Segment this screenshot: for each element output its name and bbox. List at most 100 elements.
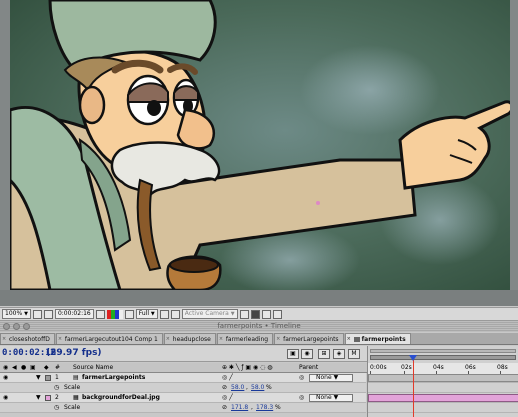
viewer-pasteboard-right (510, 0, 518, 290)
draft-3d-icon[interactable]: ◉ (301, 349, 313, 359)
time-zoom-slider[interactable] (370, 349, 516, 353)
tab-farmerLargepoints[interactable]: × farmerLargepoints (274, 333, 344, 344)
close-tab-icon[interactable]: × (276, 334, 280, 344)
parent-dropdown[interactable]: None ▼ (309, 374, 353, 382)
tab-closeshotoffD[interactable]: × closeshotoffD (0, 333, 55, 344)
current-time-indicator-head[interactable] (409, 355, 417, 361)
tab-farmerpoints[interactable]: × farmerpoints (344, 333, 411, 344)
show-channel-icon[interactable] (124, 309, 134, 319)
layer-name[interactable]: farmerLargepoints (82, 373, 145, 383)
parent-column-header[interactable]: Parent (299, 363, 318, 373)
stopwatch-icon[interactable]: ◷ (54, 383, 59, 393)
ruler-tick-label: 0:00s (370, 364, 387, 371)
layer-label-color[interactable] (45, 374, 51, 381)
minimize-window-icon[interactable] (13, 323, 20, 330)
view-layout-icon[interactable] (239, 309, 249, 319)
safe-margins-icon[interactable] (32, 309, 42, 319)
layer-name[interactable]: backgroundforDeal.jpg (82, 393, 160, 403)
frame-rate-label: (29.97 fps) (46, 348, 102, 358)
layer-1-track[interactable] (368, 373, 518, 383)
close-tab-icon[interactable]: × (219, 334, 223, 344)
current-time-indicator[interactable] (413, 356, 414, 417)
timeline-titlebar[interactable]: farmerpoints • Timeline (0, 321, 518, 332)
ruler-tick-label: 08s (497, 364, 508, 371)
layer-label-color[interactable] (45, 394, 51, 401)
eye-icon[interactable]: ◉ (3, 393, 8, 403)
layer-number: 2 (55, 394, 59, 401)
tab-farmerleading[interactable]: × farmerleading (216, 333, 274, 344)
comp-mini-flowchart-icon[interactable]: ▣ (287, 349, 299, 359)
number-column-header[interactable]: # (55, 363, 60, 373)
composition-viewer[interactable] (0, 0, 518, 306)
scale-unit: % (275, 404, 281, 411)
expand-triangle-icon[interactable]: ▼ (36, 373, 41, 383)
parent-dropdown[interactable]: None ▼ (309, 394, 353, 402)
resolution-dropdown[interactable]: Full ▼ (135, 309, 158, 319)
eye-icon[interactable]: ◉ (3, 373, 8, 383)
scale-x-value[interactable]: 58.0 (231, 383, 244, 393)
close-tab-icon[interactable]: × (166, 334, 170, 344)
property-row[interactable]: ◷ Scale ⊘ 171.8 , 178.3 % (0, 403, 366, 413)
layer-2-duration-bar[interactable] (368, 394, 518, 402)
fast-preview-icon[interactable] (261, 309, 271, 319)
channel-swatches[interactable] (106, 309, 123, 319)
layer-row[interactable]: ◉ ▼ 1 ▤ farmerLargepoints ◎ ╱ ◎ None ▼ (0, 373, 366, 383)
tab-label: headupclose (172, 336, 211, 343)
transparency-grid-icon[interactable] (170, 309, 180, 319)
solo-column-icon[interactable]: ● (21, 363, 26, 373)
parent-value: None (316, 374, 332, 381)
link-icon[interactable]: ⊘ (222, 383, 227, 393)
scale-y-value[interactable]: 178.3 (256, 403, 273, 413)
layer-2-track[interactable] (368, 393, 518, 403)
layer-row[interactable]: ◉ ▼ 2 ▦ backgroundforDeal.jpg ◎ ╱ ◎ None… (0, 393, 366, 403)
pickwhip-icon[interactable]: ◎ (299, 373, 304, 383)
tab-farmerLargecutout104-comp-1[interactable]: × farmerLargecutout104 Comp 1 (55, 333, 163, 344)
expand-triangle-icon[interactable]: ▼ (36, 393, 41, 403)
composition-icon (353, 337, 360, 342)
property-name: Scale (64, 404, 81, 411)
label-column-icon[interactable]: ◆ (44, 363, 49, 373)
pixel-aspect-icon[interactable] (250, 309, 260, 319)
scale-y-value[interactable]: 58.0 (251, 383, 264, 393)
tab-label: farmerpoints (361, 336, 406, 343)
close-tab-icon[interactable]: × (347, 334, 351, 344)
composition-icon: ▤ (73, 374, 79, 381)
stopwatch-icon[interactable]: ◷ (54, 403, 59, 413)
property-name: Scale (64, 384, 81, 391)
viewer-pasteboard-bottom (0, 290, 518, 306)
viewer-pasteboard-left (0, 0, 10, 290)
camera-dropdown[interactable]: Active Camera ▼ (181, 309, 238, 319)
close-tab-icon[interactable]: × (2, 334, 6, 344)
composition-canvas[interactable] (10, 0, 510, 290)
close-window-icon[interactable] (3, 323, 10, 330)
source-name-column-header[interactable]: Source Name (73, 363, 113, 373)
property-row[interactable]: ◷ Scale ⊘ 58.0 , 58.0 % (0, 383, 366, 393)
layer-2-property-track (368, 403, 518, 413)
footage-icon: ▦ (73, 394, 79, 401)
layer-switches[interactable]: ◎ ╱ (222, 393, 233, 403)
time-graph[interactable]: 0:00s 02s 04s 06s 08s (367, 346, 518, 417)
magnification-dropdown[interactable]: 100% ▼ (2, 309, 31, 319)
audio-column-icon[interactable]: ◀ (12, 363, 17, 373)
zoom-window-icon[interactable] (23, 323, 30, 330)
layer-switches[interactable]: ◎ ╱ (222, 373, 233, 383)
grid-icon[interactable] (43, 309, 53, 319)
snapshot-camera-icon[interactable] (95, 309, 105, 319)
tab-label: closeshotoffD (9, 336, 50, 343)
pickwhip-icon[interactable]: ◎ (299, 393, 304, 403)
layer-1-duration-bar[interactable] (368, 374, 518, 382)
switches-column-icons[interactable]: ⊕ ✱ ╲ ƒ ▣ ◉ ◌ ◍ (222, 363, 273, 373)
frame-blending-icon[interactable]: ⊞ (318, 349, 330, 359)
scale-x-value[interactable]: 171.8 (231, 403, 248, 413)
region-of-interest-icon[interactable] (159, 309, 169, 319)
visibility-column-icon[interactable]: ◉ (3, 363, 8, 373)
work-area-bar[interactable] (370, 355, 516, 360)
close-tab-icon[interactable]: × (58, 334, 62, 344)
current-time-field[interactable]: 0:00:02:16 (54, 309, 94, 319)
tab-headupclose[interactable]: × headupclose (163, 333, 216, 344)
lock-column-icon[interactable]: ▣ (30, 363, 36, 373)
motion-blur-icon[interactable]: ◈ (333, 349, 345, 359)
graph-editor-icon[interactable]: M (348, 349, 360, 359)
link-icon[interactable]: ⊘ (222, 403, 227, 413)
toggle-view-icon[interactable] (272, 309, 282, 319)
